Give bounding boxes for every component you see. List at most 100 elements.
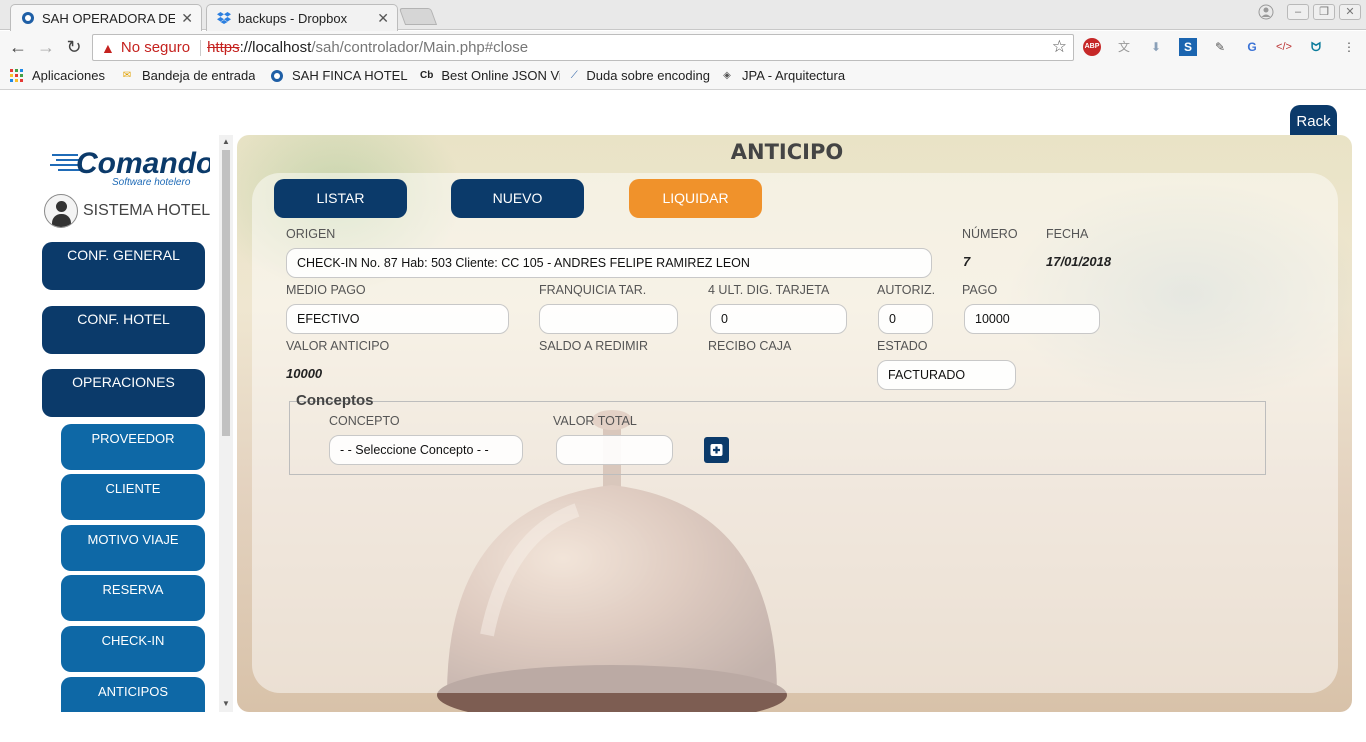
valor-total-label: VALOR TOTAL [553, 414, 637, 428]
extension-s-icon[interactable]: S [1179, 38, 1197, 56]
scroll-up-arrow-icon[interactable]: ▲ [219, 137, 233, 146]
menu-reserva[interactable]: RESERVA [61, 575, 205, 621]
bookmark-label: Duda sobre encoding [586, 68, 710, 83]
logo-subtitle: Software hotelero [112, 177, 191, 188]
google-translate-icon[interactable]: G [1243, 38, 1261, 56]
tab-sah-operadora[interactable]: SAH OPERADORA DE HOTELES ✕ [10, 4, 202, 31]
origen-label: ORIGEN [286, 227, 336, 241]
comando-logo: Comando Software hotelero [50, 147, 210, 188]
security-label[interactable]: No seguro [121, 39, 190, 56]
autoriz-label: AUTORIZ. [877, 283, 936, 297]
menu-dots-icon[interactable]: ⋮ [1340, 38, 1358, 56]
scroll-down-arrow-icon[interactable]: ▼ [219, 699, 233, 708]
address-bar[interactable]: ▲ No seguro https://localhost/sah/contro… [92, 34, 1074, 61]
bookmark-sah-finca[interactable]: SAH FINCA HOTEL [270, 68, 408, 83]
menu-cliente[interactable]: CLIENTE [61, 474, 205, 520]
menu-motivo-viaje[interactable]: MOTIVO VIAJE [61, 525, 205, 571]
numero-label: NÚMERO [962, 227, 1018, 241]
add-concepto-button[interactable] [704, 437, 729, 463]
eyedropper-icon[interactable]: ✎ [1211, 38, 1229, 56]
franquicia-label: FRANQUICIA TAR. [539, 283, 647, 297]
url-scheme: https [207, 39, 240, 56]
cb-icon: Cb [420, 70, 434, 81]
browser-toolbar: ← → ↻ ▲ No seguro https://localhost/sah/… [0, 31, 1366, 63]
adblock-icon[interactable]: ABP [1083, 38, 1101, 56]
dropbox-icon [217, 12, 231, 24]
bookmark-jpa[interactable]: ◈ JPA - Arquitectura [720, 68, 845, 83]
reload-icon[interactable]: ↻ [64, 37, 84, 57]
mail-icon: ✉ [122, 70, 132, 81]
logo-text: Comando [76, 147, 210, 180]
pago-field[interactable]: 10000 [964, 304, 1100, 334]
page-title: ANTICIPO [730, 140, 844, 164]
main-content: ANTICIPO LISTAR NUEVO LIQUIDAR ORIGEN CH… [237, 135, 1352, 712]
maximize-icon[interactable]: ❐ [1313, 4, 1335, 20]
url-path: /sah/controlador/Main.php#close [311, 39, 529, 56]
bookmark-star-icon[interactable]: ☆ [1052, 37, 1067, 57]
so-icon: ⟋ [570, 70, 578, 81]
profile-icon[interactable] [1255, 4, 1277, 20]
forward-arrow-icon[interactable]: → [36, 37, 56, 57]
url-host: ://localhost [239, 39, 312, 56]
bookmark-encoding[interactable]: ⟋ Duda sobre encoding [570, 68, 710, 83]
liquidar-button[interactable]: LIQUIDAR [629, 179, 762, 218]
estado-label: ESTADO [877, 339, 928, 353]
sidebar: Comando Software hotelero SISTEMA HOTEL … [26, 135, 233, 712]
download-arrow-icon[interactable]: ⬇ [1147, 38, 1165, 56]
close-tab-icon[interactable]: ✕ [377, 10, 389, 27]
menu-conf-general[interactable]: CONF. GENERAL [42, 242, 205, 290]
code-icon[interactable]: </> [1275, 38, 1293, 56]
diamond-icon: ◈ [723, 70, 731, 81]
bookmark-json-viewer[interactable]: Cb Best Online JSON Viewer [420, 68, 560, 83]
close-window-icon[interactable]: ✕ [1339, 4, 1361, 20]
bookmark-apps[interactable]: Aplicaciones [10, 68, 105, 83]
numero-value: 7 [963, 254, 971, 269]
bookmark-label: Best Online JSON Viewer [441, 68, 560, 83]
back-arrow-icon[interactable]: ← [8, 37, 28, 57]
tab-title: SAH OPERADORA DE HOTELES [42, 10, 176, 26]
extension-c-icon[interactable]: ᗢ [1307, 38, 1325, 56]
apps-grid-icon [10, 68, 24, 83]
sah-icon [270, 69, 284, 83]
franquicia-field[interactable] [539, 304, 678, 334]
tab-title: backups - Dropbox [238, 10, 348, 26]
user-avatar-icon[interactable] [44, 194, 78, 228]
valor-total-field[interactable] [556, 435, 673, 465]
tab-dropbox[interactable]: backups - Dropbox ✕ [206, 4, 398, 31]
origen-field[interactable]: CHECK-IN No. 87 Hab: 503 Cliente: CC 105… [286, 248, 932, 278]
valor-anticipo-label: VALOR ANTICIPO [286, 339, 390, 353]
menu-proveedor[interactable]: PROVEEDOR [61, 424, 205, 470]
sah-favicon-icon [22, 12, 34, 24]
fecha-label: FECHA [1046, 227, 1089, 241]
ult-dig-label: 4 ULT. DIG. TARJETA [708, 283, 830, 297]
menu-check-in[interactable]: CHECK-IN [61, 626, 205, 672]
warning-triangle-icon: ▲ [101, 39, 115, 56]
rack-button[interactable]: Rack [1290, 105, 1337, 137]
menu-operaciones[interactable]: OPERACIONES [42, 369, 205, 417]
new-tab-button[interactable] [398, 8, 438, 25]
medio-pago-select[interactable]: EFECTIVO [286, 304, 509, 334]
scroll-thumb[interactable] [222, 150, 230, 436]
menu-anticipos[interactable]: ANTICIPOS [61, 677, 205, 712]
close-tab-icon[interactable]: ✕ [181, 10, 193, 27]
estado-field[interactable]: FACTURADO [877, 360, 1016, 390]
bookmark-label: Aplicaciones [32, 68, 105, 83]
system-label: SISTEMA HOTEL [83, 202, 211, 219]
bookmark-inbox[interactable]: ✉ Bandeja de entrada [120, 68, 256, 83]
bookmark-label: JPA - Arquitectura [742, 68, 846, 83]
bookmarks-bar: Aplicaciones ✉ Bandeja de entrada SAH FI… [0, 63, 1366, 90]
nuevo-button[interactable]: NUEVO [451, 179, 584, 218]
menu-conf-hotel[interactable]: CONF. HOTEL [42, 306, 205, 354]
minimize-icon[interactable]: – [1287, 4, 1309, 20]
concepto-select[interactable]: - - Seleccione Concepto - - [329, 435, 523, 465]
ult-dig-field[interactable]: 0 [710, 304, 847, 334]
translate-icon[interactable]: 文 [1115, 38, 1133, 56]
recibo-label: RECIBO CAJA [708, 339, 792, 353]
listar-button[interactable]: LISTAR [274, 179, 407, 218]
sidebar-scrollbar[interactable]: ▲ ▼ [219, 135, 233, 712]
autoriz-field[interactable]: 0 [878, 304, 933, 334]
fecha-value: 17/01/2018 [1046, 254, 1112, 269]
saldo-label: SALDO A REDIMIR [539, 339, 649, 353]
bookmark-label: Bandeja de entrada [142, 68, 256, 83]
valor-anticipo-value: 10000 [286, 366, 323, 381]
